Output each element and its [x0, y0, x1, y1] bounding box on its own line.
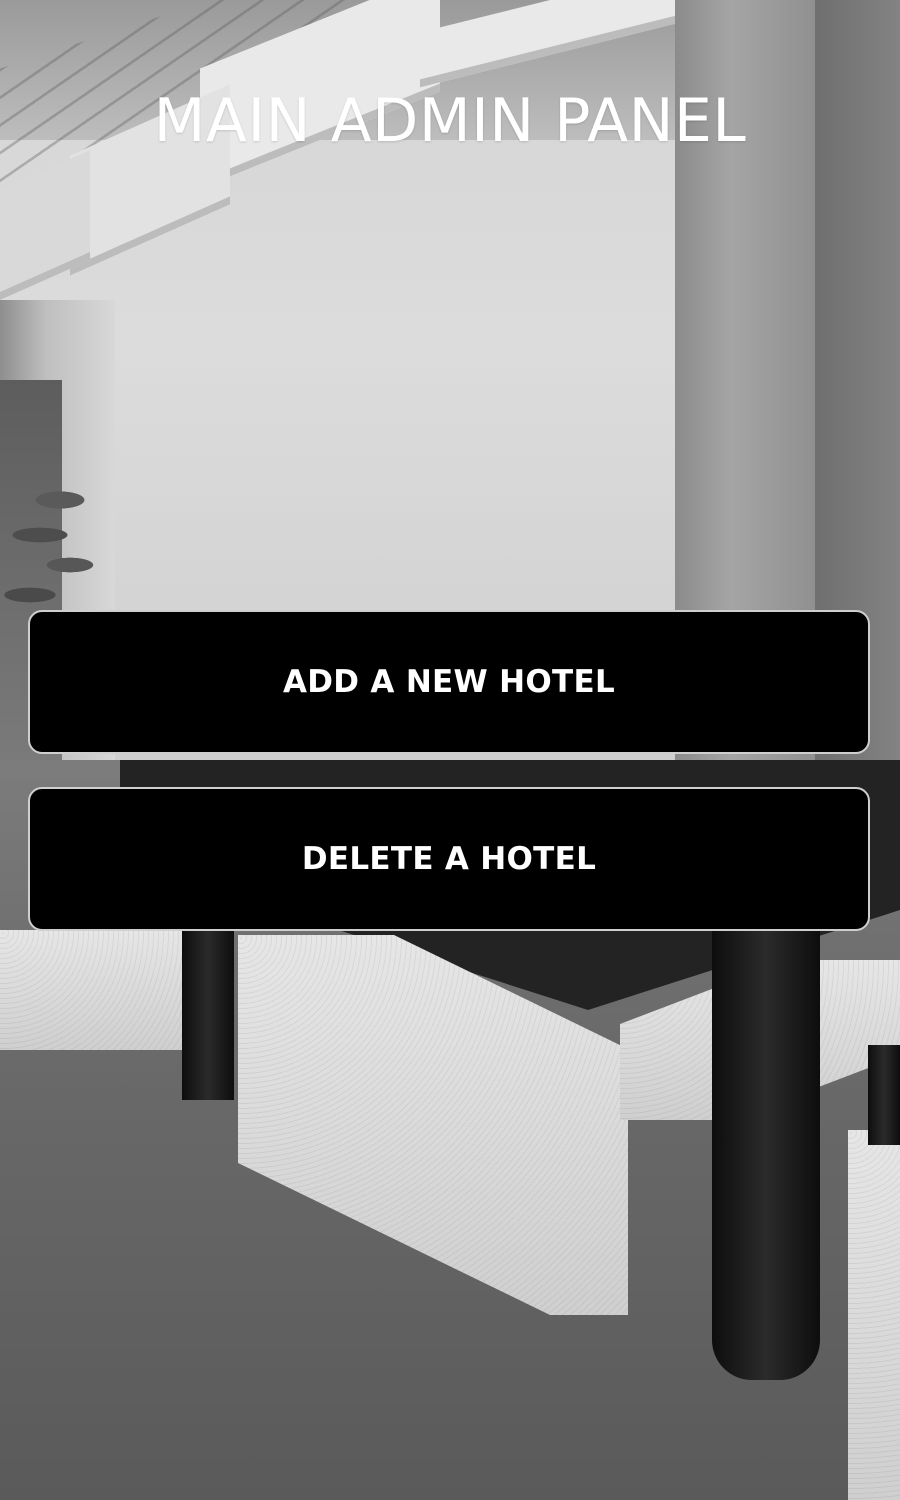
add-hotel-button-label: ADD A NEW HOTEL [282, 664, 615, 700]
background-stone-block [848, 1130, 900, 1500]
background-stone-block [0, 930, 185, 1050]
background-black-post [182, 930, 234, 1100]
background-black-post [712, 930, 820, 1380]
page-title: MAIN ADMIN PANEL [153, 86, 747, 156]
background-black-post [868, 1045, 900, 1145]
delete-hotel-button[interactable]: DELETE A HOTEL [28, 787, 870, 931]
add-hotel-button[interactable]: ADD A NEW HOTEL [28, 610, 870, 754]
delete-hotel-button-label: DELETE A HOTEL [301, 841, 597, 877]
admin-panel-screen: MAIN ADMIN PANEL ADD A NEW HOTEL DELETE … [0, 0, 900, 1500]
